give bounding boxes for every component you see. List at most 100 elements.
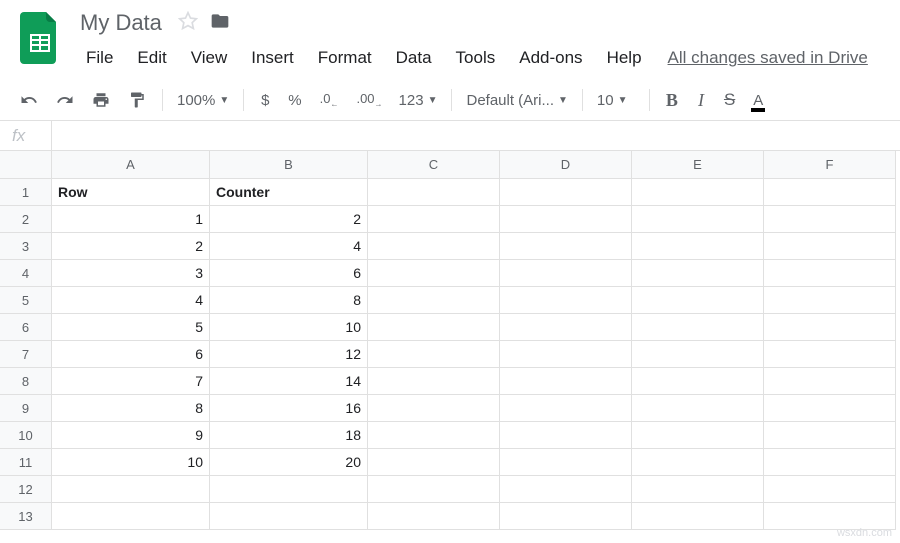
menu-addons[interactable]: Add-ons bbox=[509, 44, 592, 72]
menu-help[interactable]: Help bbox=[597, 44, 652, 72]
cell-B5[interactable]: 8 bbox=[210, 287, 368, 314]
star-icon[interactable] bbox=[178, 11, 198, 36]
row-header-7[interactable]: 7 bbox=[0, 341, 52, 368]
print-button[interactable] bbox=[84, 86, 118, 114]
cell-F3[interactable] bbox=[764, 233, 896, 260]
cell-B9[interactable]: 16 bbox=[210, 395, 368, 422]
cell-F6[interactable] bbox=[764, 314, 896, 341]
column-header-A[interactable]: A bbox=[52, 151, 210, 179]
cell-F7[interactable] bbox=[764, 341, 896, 368]
cell-A7[interactable]: 6 bbox=[52, 341, 210, 368]
document-title[interactable]: My Data bbox=[76, 8, 166, 38]
cell-F5[interactable] bbox=[764, 287, 896, 314]
increase-decimal-button[interactable]: .00→ bbox=[348, 86, 390, 114]
cell-D5[interactable] bbox=[500, 287, 632, 314]
cell-E3[interactable] bbox=[632, 233, 764, 260]
cell-F8[interactable] bbox=[764, 368, 896, 395]
cell-A6[interactable]: 5 bbox=[52, 314, 210, 341]
move-folder-icon[interactable] bbox=[210, 11, 230, 36]
cell-A11[interactable]: 10 bbox=[52, 449, 210, 476]
cell-E11[interactable] bbox=[632, 449, 764, 476]
row-header-3[interactable]: 3 bbox=[0, 233, 52, 260]
cell-A3[interactable]: 2 bbox=[52, 233, 210, 260]
cell-F2[interactable] bbox=[764, 206, 896, 233]
row-header-11[interactable]: 11 bbox=[0, 449, 52, 476]
cell-E6[interactable] bbox=[632, 314, 764, 341]
cell-D13[interactable] bbox=[500, 503, 632, 530]
cell-C4[interactable] bbox=[368, 260, 500, 287]
cell-F11[interactable] bbox=[764, 449, 896, 476]
cell-A12[interactable] bbox=[52, 476, 210, 503]
cell-C13[interactable] bbox=[368, 503, 500, 530]
undo-button[interactable] bbox=[12, 86, 46, 114]
cell-F13[interactable] bbox=[764, 503, 896, 530]
cell-F1[interactable] bbox=[764, 179, 896, 206]
cell-D11[interactable] bbox=[500, 449, 632, 476]
cell-E10[interactable] bbox=[632, 422, 764, 449]
row-header-6[interactable]: 6 bbox=[0, 314, 52, 341]
cell-B7[interactable]: 12 bbox=[210, 341, 368, 368]
column-header-B[interactable]: B bbox=[210, 151, 368, 179]
cell-A8[interactable]: 7 bbox=[52, 368, 210, 395]
cell-A1[interactable]: Row bbox=[52, 179, 210, 206]
cell-B10[interactable]: 18 bbox=[210, 422, 368, 449]
cell-D8[interactable] bbox=[500, 368, 632, 395]
cell-A4[interactable]: 3 bbox=[52, 260, 210, 287]
zoom-dropdown[interactable]: 100%▼ bbox=[171, 88, 235, 113]
formula-input[interactable] bbox=[52, 121, 900, 150]
cell-D4[interactable] bbox=[500, 260, 632, 287]
cell-D12[interactable] bbox=[500, 476, 632, 503]
cell-C10[interactable] bbox=[368, 422, 500, 449]
select-all-corner[interactable] bbox=[0, 151, 52, 179]
cell-C2[interactable] bbox=[368, 206, 500, 233]
save-status[interactable]: All changes saved in Drive bbox=[668, 48, 868, 68]
cell-F9[interactable] bbox=[764, 395, 896, 422]
row-header-13[interactable]: 13 bbox=[0, 503, 52, 530]
italic-button[interactable]: I bbox=[688, 86, 714, 114]
cell-E1[interactable] bbox=[632, 179, 764, 206]
column-header-D[interactable]: D bbox=[500, 151, 632, 179]
cell-D6[interactable] bbox=[500, 314, 632, 341]
cell-F12[interactable] bbox=[764, 476, 896, 503]
column-header-F[interactable]: F bbox=[764, 151, 896, 179]
cell-E7[interactable] bbox=[632, 341, 764, 368]
cell-E2[interactable] bbox=[632, 206, 764, 233]
cell-A2[interactable]: 1 bbox=[52, 206, 210, 233]
cell-A9[interactable]: 8 bbox=[52, 395, 210, 422]
cell-C6[interactable] bbox=[368, 314, 500, 341]
menu-tools[interactable]: Tools bbox=[446, 44, 506, 72]
cell-D2[interactable] bbox=[500, 206, 632, 233]
cell-F4[interactable] bbox=[764, 260, 896, 287]
row-header-2[interactable]: 2 bbox=[0, 206, 52, 233]
cell-B2[interactable]: 2 bbox=[210, 206, 368, 233]
redo-button[interactable] bbox=[48, 86, 82, 114]
column-header-E[interactable]: E bbox=[632, 151, 764, 179]
cell-D10[interactable] bbox=[500, 422, 632, 449]
row-header-5[interactable]: 5 bbox=[0, 287, 52, 314]
sheets-logo[interactable] bbox=[20, 12, 60, 64]
row-header-9[interactable]: 9 bbox=[0, 395, 52, 422]
column-header-C[interactable]: C bbox=[368, 151, 500, 179]
cell-C5[interactable] bbox=[368, 287, 500, 314]
cell-B13[interactable] bbox=[210, 503, 368, 530]
cell-B12[interactable] bbox=[210, 476, 368, 503]
font-size-dropdown[interactable]: 10▼ bbox=[591, 88, 641, 113]
cell-E12[interactable] bbox=[632, 476, 764, 503]
percent-button[interactable]: % bbox=[280, 86, 309, 114]
menu-edit[interactable]: Edit bbox=[127, 44, 176, 72]
text-color-button[interactable]: A bbox=[745, 86, 771, 114]
cell-D7[interactable] bbox=[500, 341, 632, 368]
cell-C12[interactable] bbox=[368, 476, 500, 503]
cell-C8[interactable] bbox=[368, 368, 500, 395]
cell-E5[interactable] bbox=[632, 287, 764, 314]
bold-button[interactable]: B bbox=[658, 86, 686, 114]
more-formats-dropdown[interactable]: 123▼ bbox=[393, 88, 444, 113]
menu-file[interactable]: File bbox=[76, 44, 123, 72]
menu-format[interactable]: Format bbox=[308, 44, 382, 72]
cell-E9[interactable] bbox=[632, 395, 764, 422]
cell-B8[interactable]: 14 bbox=[210, 368, 368, 395]
cell-A10[interactable]: 9 bbox=[52, 422, 210, 449]
cell-C3[interactable] bbox=[368, 233, 500, 260]
cell-D9[interactable] bbox=[500, 395, 632, 422]
cell-D3[interactable] bbox=[500, 233, 632, 260]
